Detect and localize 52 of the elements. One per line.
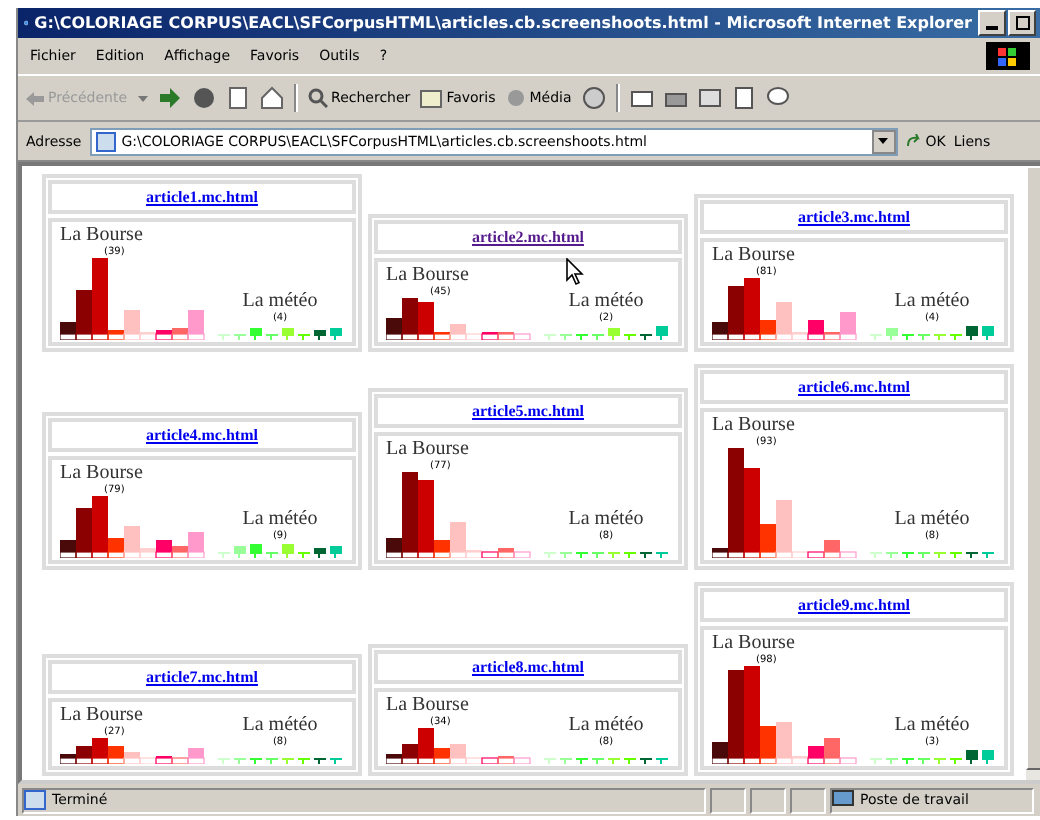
article-link[interactable]: article2.mc.html <box>472 228 584 246</box>
computer-icon <box>832 790 854 810</box>
article-link[interactable]: article7.mc.html <box>146 668 258 686</box>
topic-label: La Bourse <box>712 414 795 436</box>
topic-label: La météo <box>242 714 318 736</box>
caret-icon <box>878 138 889 144</box>
window-title: G:\COLORIAGE CORPUS\EACL\SFCorpusHTML\articles.cb.screenshoots.html - Microsoft Internet Explorer <box>34 14 972 32</box>
topic-label: La Bourse <box>712 632 795 654</box>
article-link[interactable]: article5.mc.html <box>472 402 584 420</box>
topic-label: La Bourse <box>712 244 795 266</box>
topic-label: La météo <box>568 290 644 312</box>
page-icon <box>95 131 116 151</box>
bar-chart-drawing <box>868 324 996 340</box>
article-link[interactable]: article1.mc.html <box>146 188 258 206</box>
topic-label: La météo <box>894 290 970 312</box>
topic-label: La météo <box>894 508 970 530</box>
topic-label: La météo <box>568 714 644 736</box>
stop-icon[interactable] <box>191 86 216 110</box>
back-arrow-icon <box>26 91 44 105</box>
topic-label: La météo <box>242 508 318 530</box>
topic-label: La Bourse <box>60 704 143 726</box>
mouse-pointer-icon <box>566 258 584 286</box>
bar-chart-drawing <box>216 542 344 558</box>
disc-icon <box>505 88 526 108</box>
dropdown-caret-icon[interactable] <box>137 95 148 101</box>
bar-chart-drawing <box>868 748 996 764</box>
topic-label: La météo <box>242 290 318 312</box>
topic-label: La météo <box>894 714 970 736</box>
home-icon[interactable] <box>259 86 284 110</box>
topic-label: La Bourse <box>386 438 469 460</box>
forward-arrow-icon[interactable] <box>157 86 182 110</box>
topic-label: La météo <box>568 508 644 530</box>
document-icon[interactable] <box>731 86 756 110</box>
topic-label: La Bourse <box>386 694 469 716</box>
windows-logo-icon <box>986 42 1030 70</box>
dropdown-button[interactable] <box>871 129 896 153</box>
search-icon <box>307 88 328 108</box>
go-arrow-icon <box>905 133 922 149</box>
page-icon <box>24 790 46 810</box>
maximize-button[interactable] <box>1008 10 1036 36</box>
topic-label: La Bourse <box>60 462 143 484</box>
bar-chart-drawing <box>542 324 670 340</box>
article-link[interactable]: article6.mc.html <box>798 378 910 396</box>
bar-chart-drawing <box>216 324 344 340</box>
topic-label: La Bourse <box>60 224 143 246</box>
topic-label: La Bourse <box>386 264 469 286</box>
minimize-button[interactable] <box>978 10 1006 36</box>
article-link[interactable]: article4.mc.html <box>146 426 258 444</box>
article-link[interactable]: article9.mc.html <box>798 596 910 614</box>
maximize-icon <box>1015 16 1029 30</box>
article-link[interactable]: article8.mc.html <box>472 658 584 676</box>
article-link[interactable]: article3.mc.html <box>798 208 910 226</box>
